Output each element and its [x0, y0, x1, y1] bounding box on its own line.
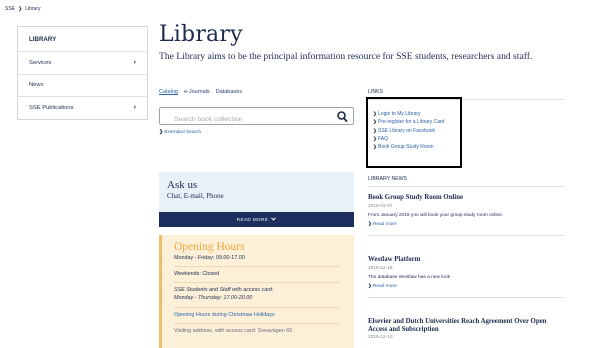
breadcrumb: SSE ❯ Library [5, 6, 41, 12]
divider [174, 266, 340, 267]
sidebar-item-label: News [29, 82, 44, 89]
chevron-right-icon: › [133, 59, 136, 67]
page-title: Library [159, 22, 243, 47]
search-icon[interactable] [337, 110, 348, 128]
tab-e-journals[interactable]: e-Journals [184, 89, 210, 95]
hours-visiting-address: Visiting address, with access card: Svea… [174, 328, 293, 334]
page-intro: The Library aims to be the principal inf… [159, 51, 533, 62]
sidebar-item-sse-publications[interactable]: SSE Publications › [18, 96, 147, 119]
sidebar-item-news[interactable]: News [18, 73, 147, 97]
divider [174, 282, 340, 283]
news-title[interactable]: Elsevier and Dutch Universities Reach Ag… [368, 318, 564, 333]
news-item: Westlaw Platform 2015-12-18 The database… [368, 256, 564, 298]
divider [368, 296, 564, 298]
search-box [159, 107, 354, 128]
hours-card-access: SSE Students and Staff with access card: [174, 287, 274, 293]
sidebar-item-library[interactable]: LIBRARY [18, 27, 147, 51]
tab-databases[interactable]: Databases [216, 89, 242, 95]
search-tabs: Catalog e-Journals Databases [159, 89, 242, 95]
link-login-my-library[interactable]: Login to My Library [373, 110, 460, 118]
news-date: 2016-01-07 [368, 203, 393, 209]
news-date: 2015-12-10 [368, 335, 393, 340]
chevron-down-icon [271, 217, 277, 222]
breadcrumb-home[interactable]: SSE [5, 6, 15, 12]
link-book-group-study-room[interactable]: Book Group Study Room [373, 143, 460, 151]
divider [174, 323, 340, 324]
chevron-right-icon: › [133, 104, 136, 112]
link-pre-register[interactable]: Pre-register for a Library Card [373, 118, 460, 126]
opening-hours-title: Opening Hours [174, 241, 245, 253]
library-news-heading: LIBRARY NEWS [368, 176, 564, 187]
ask-us-title: Ask us [167, 179, 198, 191]
read-more-link[interactable]: Read more [368, 221, 564, 227]
extended-search-label: Extended Search [164, 130, 202, 135]
news-summary: From January 2016 you will book your gro… [368, 212, 504, 218]
news-date: 2015-12-18 [368, 265, 393, 271]
sidebar: LIBRARY Services › News SSE Publications… [17, 26, 148, 120]
breadcrumb-current[interactable]: Library [25, 6, 40, 12]
links-list: Login to My Library Pre-register for a L… [366, 97, 462, 168]
tab-catalog[interactable]: Catalog [159, 89, 178, 95]
opening-hours-panel: Opening Hours Monday - Friday: 09.00-17.… [159, 235, 354, 348]
divider [174, 307, 340, 308]
ask-us-panel: Ask us Chat, E-mail, Phone [159, 172, 354, 212]
divider [368, 234, 564, 236]
link-faq[interactable]: FAQ [373, 135, 460, 143]
christmas-hours-link[interactable]: Opening Hours during Christmas Holidays [174, 312, 354, 318]
hours-weekends: Weekends: Closed [174, 271, 220, 277]
chevron-right-icon: ❯ [18, 6, 23, 12]
extended-search-link[interactable]: ❯ Extended Search [159, 130, 201, 135]
news-title[interactable]: Westlaw Platform [368, 256, 564, 264]
read-more-button[interactable]: READ MORE [159, 212, 354, 227]
sidebar-item-services[interactable]: Services › [18, 51, 147, 74]
sidebar-item-label: Services [29, 59, 52, 66]
sidebar-item-label: SSE Publications [29, 104, 74, 111]
sidebar-item-label: LIBRARY [29, 35, 57, 43]
news-summary: The database Westlaw has a new look [368, 274, 451, 280]
news-item: Elsevier and Dutch Universities Reach Ag… [368, 318, 564, 340]
hours-card-times: Monday - Thursday: 17.00-20.00 [174, 294, 253, 301]
read-more-link[interactable]: Read more [368, 283, 564, 289]
search-input[interactable] [160, 111, 330, 128]
news-item: Book Group Study Room Online 2016-01-07 … [368, 194, 564, 236]
news-title[interactable]: Book Group Study Room Online [368, 194, 564, 202]
read-more-label: READ MORE [236, 217, 269, 222]
ask-us-subtitle: Chat, E-mail, Phone [167, 192, 224, 200]
hours-weekdays: Monday - Friday: 09.00-17.00 [174, 255, 245, 261]
link-facebook[interactable]: SSE Library on Facebook [373, 127, 460, 135]
